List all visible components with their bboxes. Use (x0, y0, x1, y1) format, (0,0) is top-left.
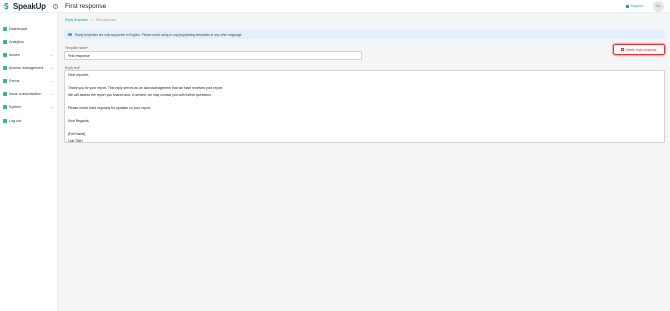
logout-icon (3, 119, 7, 123)
sidebar-item-log-out[interactable]: Log out (0, 117, 58, 125)
reply-text-label: Reply text* (65, 65, 81, 70)
reply-line: [Job Title] (68, 138, 83, 143)
speakup-logo-icon: $ (4, 1, 9, 11)
chevron-down-icon[interactable]: ⌄ (50, 105, 53, 109)
support-link[interactable]: Support (626, 4, 643, 8)
dashboard-icon (3, 27, 7, 31)
delete-button-label: Delete reply template (625, 47, 657, 52)
chevron-down-icon[interactable]: ⌄ (50, 92, 53, 96)
sidebar-item-label: System (9, 105, 22, 109)
brand-name: SpeakUp (13, 2, 46, 11)
template-name-input[interactable] (64, 51, 362, 60)
chevron-down-icon[interactable]: ⌄ (50, 53, 53, 57)
chevron-down-icon[interactable]: ⌄ (50, 79, 53, 83)
reply-line: We will assess the report you shared and… (68, 92, 212, 97)
breadcrumb-current: First response (95, 18, 116, 22)
issues-icon (3, 53, 7, 57)
sidebar-item-label: Forms (9, 79, 20, 83)
sidebar-item-issue-customisation[interactable]: Issue customisation ⌄ (0, 90, 58, 98)
breadcrumb-parent-link[interactable]: Reply templates (65, 18, 88, 22)
reply-line: Dear reporter, (68, 73, 89, 77)
sidebar-item-forms[interactable]: Forms ⌄ (0, 77, 58, 85)
top-bar: $ SpeakUp i First response Support LL (0, 0, 670, 13)
breadcrumb: Reply templates > First response (65, 18, 116, 22)
trash-icon (621, 48, 624, 51)
sidebar-item-label: Access management (9, 66, 44, 70)
info-icon: i (68, 31, 72, 37)
logo[interactable]: $ SpeakUp (4, 2, 46, 11)
sidebar-item-issues[interactable]: Issues ⌄ (0, 51, 58, 59)
avatar[interactable]: LL (653, 1, 664, 12)
language-notice-banner: i Reply templates are only supported in … (64, 30, 665, 39)
sidebar-item-analytics[interactable]: Analytics (0, 38, 58, 46)
chevron-down-icon[interactable]: ⌄ (50, 66, 53, 70)
delete-reply-template-button[interactable]: Delete reply template (613, 44, 665, 55)
sidebar: Dashboard Analytics Issues ⌄ Access mana… (0, 13, 58, 311)
sidebar-item-system[interactable]: System ⌄ (0, 103, 58, 111)
reply-line: [Full Name] (68, 132, 86, 137)
banner-text: Reply templates are only supported in En… (75, 32, 243, 37)
sidebar-item-label: Analytics (9, 40, 24, 44)
sidebar-item-dashboard[interactable]: Dashboard (0, 25, 58, 33)
support-icon (626, 4, 629, 8)
sidebar-item-access-management[interactable]: Access management ⌄ (0, 64, 58, 72)
sidebar-item-label: Issues (9, 53, 20, 57)
access-icon (3, 66, 7, 70)
support-label: Support (630, 4, 643, 8)
sidebar-item-label: Issue customisation (9, 92, 42, 96)
template-name-label: Template name* (65, 46, 89, 50)
sidebar-item-label: Log out (9, 119, 22, 123)
reply-line: Thank you for your report. This reply se… (68, 86, 224, 91)
breadcrumb-separator: > (90, 18, 93, 22)
sidebar-item-label: Dashboard (9, 27, 28, 31)
reply-line: Please check back regularly for updates … (68, 106, 152, 110)
info-icon[interactable]: i (53, 4, 58, 9)
reply-line: Kind Regards, (68, 119, 90, 124)
system-icon (3, 105, 7, 109)
analytics-icon (3, 40, 7, 44)
forms-icon (3, 79, 7, 83)
reply-text-area[interactable]: Dear reporter, Thank you for your report… (64, 70, 665, 143)
customisation-icon (3, 92, 7, 96)
page-title: First response (65, 3, 107, 10)
